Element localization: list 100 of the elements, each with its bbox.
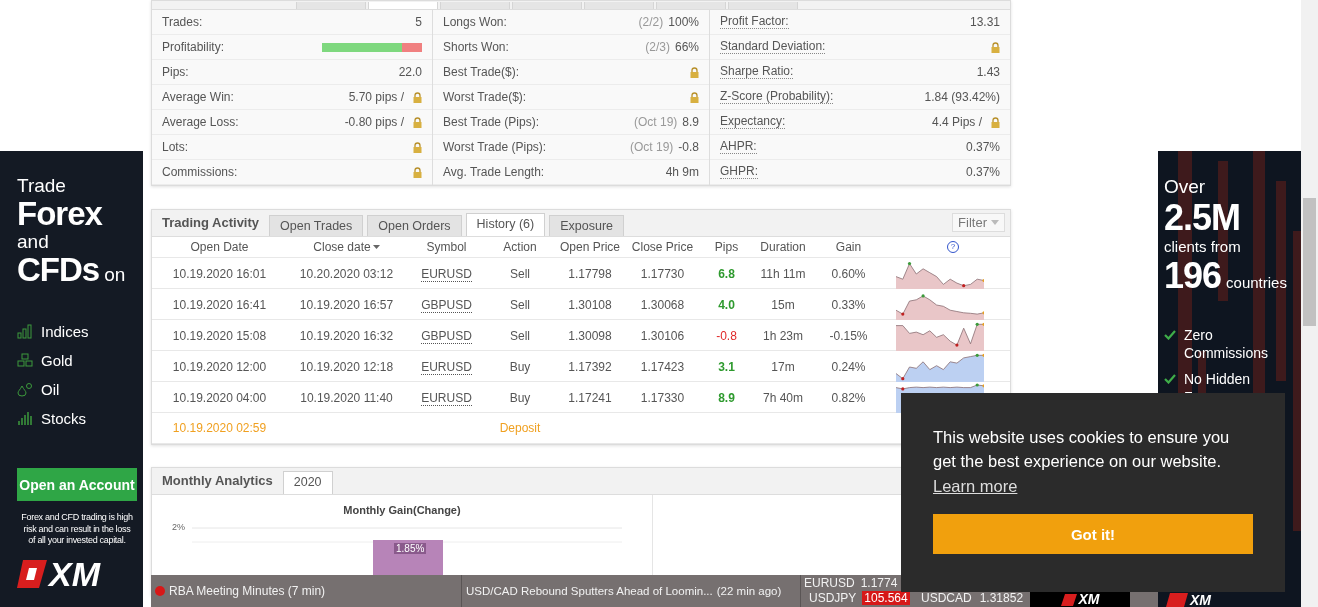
axis-label: 2% [172,522,185,532]
ad-headline: clients from [1164,238,1242,256]
column-header[interactable]: Close date [287,240,406,254]
table-cell: -0.15% [829,328,868,343]
table-cell: 1.17798 [568,266,612,281]
stat-value: -0.80 pips / [344,115,404,129]
tab[interactable] [584,2,654,9]
tab[interactable] [440,2,510,9]
logo-mark-icon [1060,594,1077,606]
stat-label: GHPR: [720,165,758,179]
tab[interactable]: Open Orders [367,215,462,236]
table-cell: 1.17730 [640,266,685,281]
table-cell: 17m [771,359,795,374]
scrollbar[interactable] [1301,0,1318,607]
symbol-link[interactable]: GBPUSD [421,297,472,313]
table-cell: 1.17241 [568,390,612,405]
stat-value: 1.84 (93.42%) [924,90,1000,104]
stat-label: Worst Trade (Pips): [443,140,547,154]
tab[interactable]: 2020 [282,471,333,494]
stat-label: Lots: [162,140,188,154]
tab[interactable]: History (6) [465,213,546,236]
news-headline[interactable]: RBA Meeting Minutes (7 min) [169,584,326,598]
table-cell: Sell [510,297,530,312]
stat-note: (2/2) [638,15,664,29]
table-cell: 6.8 [718,266,735,281]
table-cell: 10.19.2020 16:41 [172,297,267,312]
logo: XM [1190,594,1211,607]
column-header[interactable]: Open Date [152,240,287,254]
stat-label: Average Win: [162,90,234,104]
panel-title: Trading Activity [161,214,261,232]
table-cell: 1h 23m [763,328,803,343]
stat-label: Trades: [162,15,203,29]
ad-headline: 2.5M [1164,198,1242,238]
stat-label: Profitability: [162,40,225,54]
table-cell: 10.19.2020 16:32 [299,328,394,343]
table-cell: 1.30108 [568,297,612,312]
symbol-link[interactable]: EURUSD [421,390,472,406]
stat-label: Pips: [162,65,189,79]
ad-item: Indices [41,323,89,340]
stat-value: 5 [415,15,422,29]
column-header[interactable]: Action [487,240,553,254]
tab[interactable]: Exposure [549,215,625,236]
stat-value: 5.70 pips / [348,90,404,104]
table-cell: 10.20.2020 03:12 [299,266,394,281]
risk-warning: Forex and CFD trading is high risk and can result in the loss of all your invested capital. [21,512,133,547]
stat-label: Best Trade($): [443,65,520,79]
table-cell: Deposit [499,421,541,435]
table-cell: Sell [510,266,530,281]
ad-headline: Forex [17,197,104,231]
stat-label: Commissions: [162,165,238,179]
bar-chart-icon [17,324,33,339]
table-cell: 10.19.2020 04:00 [172,390,267,405]
table-cell: 10.19.2020 16:57 [299,297,394,312]
table-cell: 4.0 [718,297,735,312]
symbol-link[interactable]: GBPUSD [421,328,472,344]
ingots-icon [17,353,33,368]
learn-more-link[interactable]: Learn more [933,477,1018,496]
tab[interactable] [656,2,726,9]
column-header[interactable]: Pips [698,240,755,254]
ad-item: Gold [41,352,73,369]
tab[interactable] [512,2,582,9]
stat-value: 66% [674,40,699,54]
stat-value: 22.0 [398,65,422,79]
advertisement-banner[interactable]: Trade Forex and CFDs on Indices Gold Oil Stocks Open an Account Forex and CFD trading is high risk and can result in the loss of all your invested capital. XM [0,151,143,607]
tab[interactable] [368,2,438,9]
table-cell: 15m [771,297,795,312]
table-cell: Buy [509,359,531,374]
tab[interactable] [296,2,366,9]
table-cell: 1.30068 [640,297,685,312]
stat-label: Sharpe Ratio: [720,65,794,79]
stat-value: 0.37% [965,140,1000,154]
scrollbar-thumb[interactable] [1303,198,1316,326]
table-cell: -0.8 [716,328,737,343]
stat-note: (Oct 19) [633,115,678,129]
table-cell: 8.9 [718,390,735,405]
table-cell: 10.19.2020 16:01 [172,266,267,281]
tab[interactable]: Open Trades [269,215,364,236]
table-cell: 11h 11m [760,266,806,281]
table-cell: 3.1 [718,359,735,374]
table-cell: 10.19.2020 12:18 [299,359,394,374]
table-cell: Buy [509,390,531,405]
column-header[interactable]: Duration [755,240,811,254]
tab[interactable] [728,2,798,9]
column-header[interactable]: Close Price [627,240,698,254]
filter-button[interactable]: Filter [952,213,1005,232]
stat-label: Z-Score (Probability): [720,90,834,104]
symbol-link[interactable]: EURUSD [421,266,472,282]
checkmark-icon [1164,330,1176,340]
symbol-link[interactable]: EURUSD [421,359,472,375]
ad-headline: Over [1164,176,1207,198]
column-header[interactable]: Symbol [406,240,487,254]
news-time: (22 min ago) [716,585,782,597]
quote-symbol: USDCAD [921,591,972,605]
news-headline[interactable]: USD/CAD Rebound Sputters Ahead of Loomin... [466,585,713,597]
ad-headline: Trade [17,175,67,197]
column-header[interactable]: Open Price [553,240,627,254]
cookie-message: This website uses cookies to ensure you get the best experience on our website. [933,427,1231,472]
table-cell: 10.19.2020 11:40 [300,390,393,405]
quote-symbol: EURUSD [804,576,855,590]
column-header[interactable]: Gain [811,240,886,254]
